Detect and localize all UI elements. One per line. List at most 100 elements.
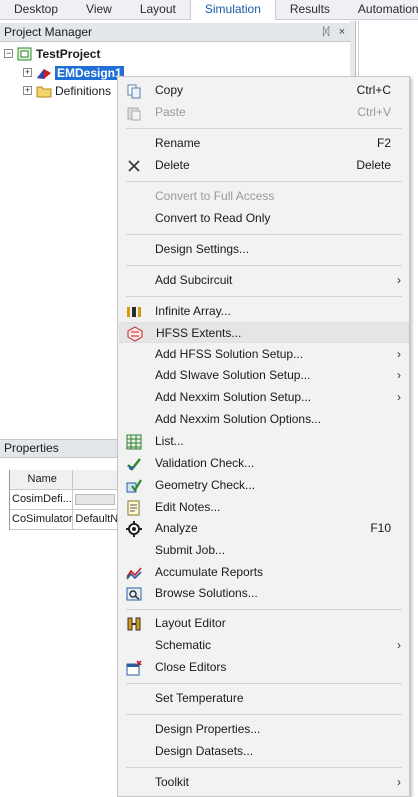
menu-label: Copy (155, 83, 184, 97)
menu-item-hfss-extents[interactable]: HFSS Extents... (119, 322, 409, 343)
menu-label: Design Properties... (155, 722, 261, 736)
menu-item-delete[interactable]: Delete Delete (119, 155, 409, 176)
menu-item-design-properties[interactable]: Design Properties... (119, 719, 409, 740)
menu-item-design-datasets[interactable]: Design Datasets... (119, 741, 409, 762)
project-icon (17, 47, 32, 60)
menu-item-schematic[interactable]: Schematic › (119, 635, 409, 656)
menu-label: Geometry Check... (155, 478, 256, 492)
layout-editor-icon (125, 615, 142, 632)
menu-shortcut: F10 (370, 521, 391, 535)
tab-simulation[interactable]: Simulation (189, 0, 276, 20)
menu-item-browse-solutions[interactable]: Browse Solutions... (119, 583, 409, 604)
menu-item-infinite-array[interactable]: Infinite Array... (119, 301, 409, 322)
property-value[interactable]: DefaultN (73, 510, 118, 529)
menu-label: Paste (155, 105, 186, 119)
menu-item-add-siwave-setup[interactable]: Add SIwave Solution Setup... › (119, 365, 409, 386)
menu-item-accumulate-reports[interactable]: Accumulate Reports (119, 562, 409, 583)
menu-separator (126, 714, 402, 715)
menu-label: Browse Solutions... (155, 586, 258, 600)
menu-label: Add SIwave Solution Setup... (155, 368, 311, 382)
analyze-icon (125, 520, 142, 537)
menu-separator (126, 181, 402, 182)
properties-table: Name CosimDefi... CoSimulator DefaultN (9, 470, 118, 530)
tab-view[interactable]: View (72, 0, 126, 20)
menu-label: Set Temperature (155, 691, 244, 705)
menu-item-paste[interactable]: Paste Ctrl+V (119, 102, 409, 123)
submenu-arrow-icon: › (397, 273, 401, 287)
column-header-name[interactable]: Name (10, 470, 74, 489)
menu-item-validation-check[interactable]: Validation Check... (119, 453, 409, 474)
menu-label: Add Nexxim Solution Setup... (155, 390, 312, 404)
menu-item-set-temperature[interactable]: Set Temperature (119, 688, 409, 709)
menu-label: Close Editors (155, 660, 227, 674)
menu-item-close-editors[interactable]: Close Editors (119, 657, 409, 678)
menu-item-list[interactable]: List... (119, 431, 409, 452)
tree-item-project[interactable]: − TestProject (4, 45, 100, 62)
submenu-arrow-icon: › (397, 638, 401, 652)
value-button[interactable] (75, 494, 116, 505)
menu-label: HFSS Extents... (156, 326, 242, 340)
menu-label: Design Datasets... (155, 744, 254, 758)
validation-check-icon (125, 455, 142, 472)
tab-results[interactable]: Results (276, 0, 344, 20)
expand-icon[interactable]: + (23, 86, 32, 95)
menu-label: Rename (155, 136, 201, 150)
collapse-icon[interactable]: − (4, 49, 13, 58)
menu-item-edit-notes[interactable]: Edit Notes... (119, 497, 409, 518)
menu-separator (126, 767, 402, 768)
menu-item-add-hfss-setup[interactable]: Add HFSS Solution Setup... › (119, 344, 409, 365)
table-row[interactable]: CoSimulator DefaultN (10, 510, 118, 530)
menu-item-toolkit[interactable]: Toolkit › (119, 772, 409, 793)
menu-separator (126, 128, 402, 129)
delete-icon (125, 157, 142, 174)
menu-item-submit-job[interactable]: Submit Job... (119, 540, 409, 561)
menu-label: Accumulate Reports (155, 565, 264, 579)
tree-item-design[interactable]: + EMDesign1 (23, 64, 124, 81)
table-header-row: Name (10, 470, 118, 490)
definitions-label: Definitions (55, 83, 112, 98)
accumulate-reports-icon (125, 564, 142, 581)
submenu-arrow-icon: › (397, 775, 401, 789)
table-row[interactable]: CosimDefi... (10, 490, 118, 510)
menu-item-add-nexxim-setup[interactable]: Add Nexxim Solution Setup... › (119, 387, 409, 408)
property-value[interactable] (73, 490, 118, 509)
em-design-icon (37, 68, 51, 79)
properties-header: Properties (0, 439, 118, 458)
geometry-check-icon (125, 477, 142, 494)
menu-label: Submit Job... (155, 543, 226, 557)
close-icon[interactable]: × (334, 26, 350, 38)
infinite-array-icon (125, 303, 142, 320)
menu-shortcut: F2 (376, 136, 391, 150)
menu-label: Convert to Read Only (155, 211, 271, 225)
menu-item-rename[interactable]: Rename F2 (119, 133, 409, 154)
menu-item-design-settings[interactable]: Design Settings... (119, 239, 409, 260)
menu-item-convert-read-only[interactable]: Convert to Read Only (119, 208, 409, 229)
menu-shortcut: Ctrl+V (357, 105, 391, 119)
menu-shortcut: Delete (356, 158, 391, 172)
menu-item-copy[interactable]: Copy Ctrl+C (119, 80, 409, 101)
menu-separator (126, 234, 402, 235)
tab-layout[interactable]: Layout (126, 0, 190, 20)
pin-icon[interactable]: ᛞ (318, 26, 334, 38)
menu-shortcut: Ctrl+C (356, 83, 391, 97)
menu-label: Design Settings... (155, 242, 250, 256)
ribbon-tabbar: Desktop View Layout Simulation Results A… (0, 0, 418, 20)
menu-separator (126, 265, 402, 266)
menu-label: Validation Check... (155, 456, 255, 470)
tree-item-definitions[interactable]: + Definitions (23, 82, 111, 99)
tab-automation[interactable]: Automation (344, 0, 418, 20)
menu-item-geometry-check[interactable]: Geometry Check... (119, 475, 409, 496)
expand-icon[interactable]: + (23, 68, 32, 77)
menu-item-analyze[interactable]: Analyze F10 (119, 518, 409, 539)
menu-item-layout-editor[interactable]: Layout Editor (119, 613, 409, 634)
column-header-value[interactable] (73, 470, 118, 489)
submenu-arrow-icon: › (397, 368, 401, 382)
properties-panel: Name CosimDefi... CoSimulator DefaultN (0, 458, 118, 797)
property-name: CosimDefi... (10, 490, 74, 509)
menu-label: Add HFSS Solution Setup... (155, 347, 304, 361)
menu-item-add-subcircuit[interactable]: Add Subcircuit › (119, 270, 409, 291)
menu-item-convert-full-access[interactable]: Convert to Full Access (119, 186, 409, 207)
menu-label: Delete (155, 158, 190, 172)
menu-item-add-nexxim-options[interactable]: Add Nexxim Solution Options... (119, 409, 409, 430)
tab-desktop[interactable]: Desktop (0, 0, 72, 20)
